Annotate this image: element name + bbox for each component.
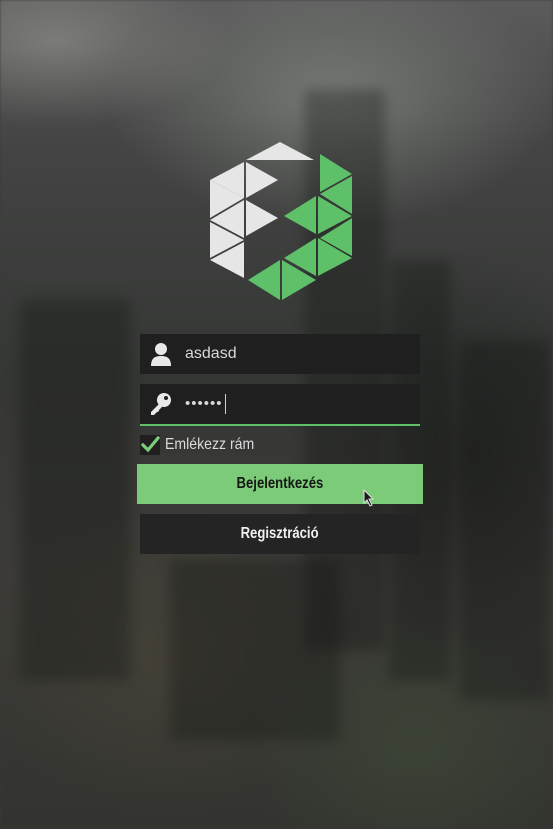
password-field[interactable]: •••••• [140, 384, 420, 426]
checkmark-icon [140, 435, 160, 453]
login-screen: asdasd •••••• Emlékezz rám Bejelentkezés… [0, 0, 553, 829]
key-icon [151, 393, 171, 415]
password-dots: •••••• [185, 395, 223, 412]
hexagon-triangle-logo-icon [210, 142, 352, 300]
password-value: •••••• [185, 384, 226, 424]
register-button[interactable]: Regisztráció [140, 514, 420, 554]
text-caret [224, 394, 226, 415]
login-button[interactable]: Bejelentkezés [137, 464, 423, 504]
register-button-label: Regisztráció [240, 525, 319, 542]
username-field[interactable]: asdasd [140, 334, 420, 374]
remember-me[interactable]: Emlékezz rám [140, 434, 266, 456]
user-icon [151, 343, 171, 366]
mouse-pointer-icon [363, 489, 375, 507]
username-value: asdasd [185, 345, 237, 362]
remember-checkbox[interactable] [140, 435, 160, 455]
remember-label: Emlékezz rám [165, 436, 255, 453]
login-button-label: Bejelentkezés [236, 475, 324, 492]
